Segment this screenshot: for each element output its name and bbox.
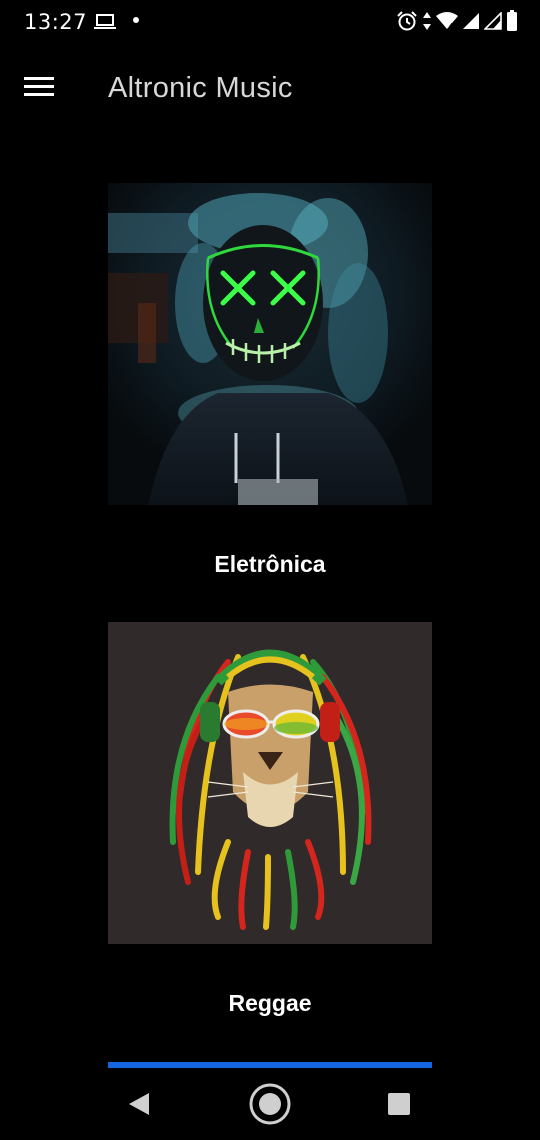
notification-dot-icon — [133, 17, 139, 23]
svg-text:4: 4 — [449, 22, 454, 30]
app-title: Altronic Music — [108, 72, 293, 104]
back-icon[interactable] — [127, 1092, 151, 1121]
home-icon[interactable] — [248, 1082, 292, 1131]
hamburger-menu-icon[interactable] — [24, 76, 60, 104]
laptop-icon — [94, 14, 116, 35]
genre-label[interactable]: Eletrônica — [108, 551, 432, 578]
rasta-lion-illustration[interactable] — [108, 622, 432, 944]
genre-card-eletronica[interactable]: Eletrônica — [108, 183, 432, 578]
recents-icon[interactable] — [387, 1092, 411, 1121]
wifi-icon: 4 — [436, 12, 458, 30]
status-bar: 13:27 4 — [0, 0, 540, 46]
status-icons: 4 — [396, 10, 518, 32]
data-arrows-icon — [422, 11, 432, 31]
signal-icon-2 — [484, 12, 502, 30]
battery-icon — [506, 10, 518, 32]
app-bar: Altronic Music — [0, 46, 540, 134]
genre-label[interactable]: Reggae — [108, 990, 432, 1017]
status-time: 13:27 — [24, 10, 88, 34]
system-nav-bar — [0, 1068, 540, 1140]
alarm-icon — [396, 10, 418, 32]
neon-mask-smoke-photo[interactable] — [108, 183, 432, 505]
signal-icon — [462, 12, 480, 30]
genre-card-reggae[interactable]: Reggae — [108, 622, 432, 1017]
